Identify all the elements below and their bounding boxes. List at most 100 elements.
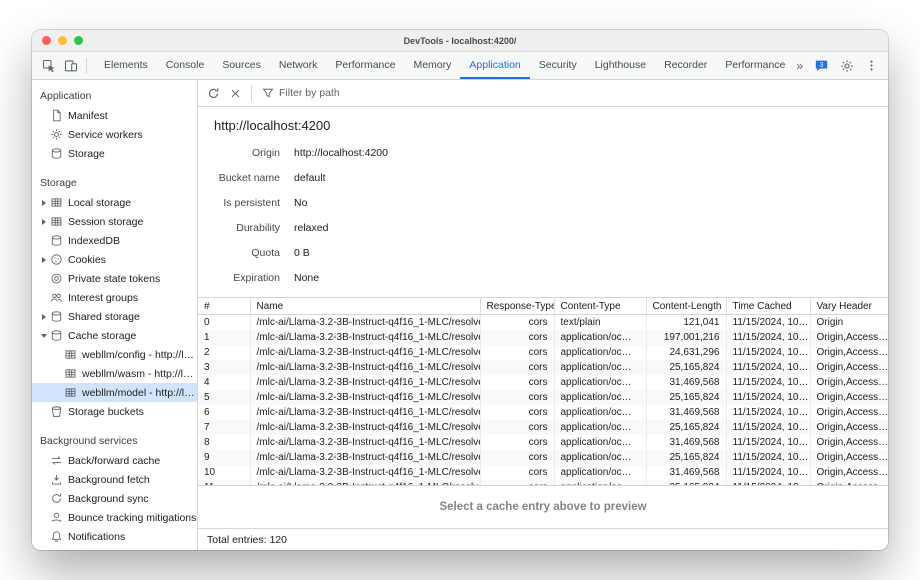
sidebar-item-cookies[interactable]: Cookies bbox=[32, 250, 197, 269]
table-row[interactable]: 5/mlc-ai/Llama-3.2-3B-Instruct-q4f16_1-M… bbox=[198, 390, 888, 405]
table-row[interactable]: 4/mlc-ai/Llama-3.2-3B-Instruct-q4f16_1-M… bbox=[198, 375, 888, 390]
sidebar-item-session-storage[interactable]: Session storage bbox=[32, 212, 197, 231]
tab-application[interactable]: Application bbox=[460, 52, 529, 79]
sidebar-item-background-fetch[interactable]: Background fetch bbox=[32, 470, 197, 489]
close-window-button[interactable] bbox=[42, 36, 51, 45]
sidebar-item-label: Payment handler bbox=[68, 550, 147, 551]
sidebar-item-service-workers[interactable]: Service workers bbox=[32, 125, 197, 144]
tab-sources[interactable]: Sources bbox=[213, 52, 270, 79]
backforward-icon bbox=[49, 454, 63, 467]
cell-vary: Origin,Access… bbox=[810, 465, 888, 480]
more-options-button[interactable] bbox=[865, 59, 878, 72]
column-header-response-type[interactable]: Response-Type bbox=[480, 298, 554, 315]
sidebar-item-webllm-model-http-loc[interactable]: webllm/model - http://loc… bbox=[32, 383, 197, 402]
sidebar-item-label: Cookies bbox=[68, 254, 106, 266]
sidebar-item-background-sync[interactable]: Background sync bbox=[32, 489, 197, 508]
sidebar-item-storage-buckets[interactable]: Storage buckets bbox=[32, 402, 197, 421]
preview-placeholder: Select a cache entry above to preview bbox=[439, 501, 646, 513]
cell-rtype: cors bbox=[480, 405, 554, 420]
more-tabs-button[interactable]: » bbox=[796, 60, 803, 72]
sidebar-item-cache-storage[interactable]: Cache storage bbox=[32, 326, 197, 345]
column-header-content-length[interactable]: Content-Length bbox=[646, 298, 726, 315]
table-row[interactable]: 0/mlc-ai/Llama-3.2-3B-Instruct-q4f16_1-M… bbox=[198, 315, 888, 330]
sidebar-item-webllm-config-http-loc[interactable]: webllm/config - http://loc… bbox=[32, 345, 197, 364]
expand-right-icon[interactable] bbox=[38, 200, 49, 206]
cell-vary: Origin bbox=[810, 315, 888, 330]
devtools-tabbar: ElementsConsoleSourcesNetworkPerformance… bbox=[32, 52, 888, 80]
kebab-icon bbox=[865, 59, 878, 72]
tab-performance-insights[interactable]: Performance insights bbox=[716, 52, 786, 79]
table-row[interactable]: 6/mlc-ai/Llama-3.2-3B-Instruct-q4f16_1-M… bbox=[198, 405, 888, 420]
sidebar-item-webllm-wasm-http-loca[interactable]: webllm/wasm - http://loca… bbox=[32, 364, 197, 383]
filter-input[interactable]: Filter by path bbox=[262, 87, 340, 99]
sidebar-item-storage[interactable]: Storage bbox=[32, 144, 197, 163]
tab-memory[interactable]: Memory bbox=[404, 52, 460, 79]
total-entries-label: Total entries: 120 bbox=[207, 534, 287, 546]
sidebar-item-indexeddb[interactable]: IndexedDB bbox=[32, 231, 197, 250]
cell-time: 11/15/2024, 10… bbox=[726, 315, 810, 330]
table-row[interactable]: 10/mlc-ai/Llama-3.2-3B-Instruct-q4f16_1-… bbox=[198, 465, 888, 480]
column-header-vary-header[interactable]: Vary Header bbox=[810, 298, 888, 315]
filter-icon bbox=[262, 87, 274, 99]
table-row[interactable]: 3/mlc-ai/Llama-3.2-3B-Instruct-q4f16_1-M… bbox=[198, 360, 888, 375]
sidebar-item-private-state-tokens[interactable]: Private state tokens bbox=[32, 269, 197, 288]
tab-lighthouse[interactable]: Lighthouse bbox=[586, 52, 655, 79]
expand-down-icon[interactable] bbox=[38, 334, 49, 338]
tab-label: Security bbox=[539, 59, 577, 71]
grid-icon bbox=[63, 386, 77, 399]
sidebar-section-title[interactable]: Storage bbox=[32, 172, 197, 193]
device-toolbar-button[interactable] bbox=[64, 59, 78, 73]
sidebar-section-title[interactable]: Background services bbox=[32, 430, 197, 451]
sidebar-item-back-forward-cache[interactable]: Back/forward cache bbox=[32, 451, 197, 470]
sidebar-item-payment-handler[interactable]: Payment handler bbox=[32, 546, 197, 550]
sidebar-item-label: Storage bbox=[68, 148, 105, 160]
tab-network[interactable]: Network bbox=[270, 52, 327, 79]
cell-rtype: cors bbox=[480, 450, 554, 465]
sidebar-item-local-storage[interactable]: Local storage bbox=[32, 193, 197, 212]
tab-performance[interactable]: Performance bbox=[326, 52, 404, 79]
sidebar-item-shared-storage[interactable]: Shared storage bbox=[32, 307, 197, 326]
sidebar-section-title[interactable]: Application bbox=[32, 85, 197, 106]
cell-time: 11/15/2024, 10… bbox=[726, 450, 810, 465]
cache-meta-row: Bucket namedefault bbox=[214, 165, 888, 190]
sidebar-item-interest-groups[interactable]: Interest groups bbox=[32, 288, 197, 307]
column-header-name[interactable]: Name bbox=[250, 298, 480, 315]
table-icon bbox=[49, 215, 63, 228]
sidebar-item-label: webllm/model - http://loc… bbox=[82, 387, 197, 399]
db-icon bbox=[49, 147, 63, 160]
column-header-time-cached[interactable]: Time Cached bbox=[726, 298, 810, 315]
settings-button[interactable] bbox=[840, 59, 854, 73]
table-row[interactable]: 8/mlc-ai/Llama-3.2-3B-Instruct-q4f16_1-M… bbox=[198, 435, 888, 450]
tab-label: Console bbox=[166, 59, 205, 71]
expand-right-icon[interactable] bbox=[38, 314, 49, 320]
issues-button[interactable]: 3 bbox=[814, 59, 829, 73]
table-row[interactable]: 9/mlc-ai/Llama-3.2-3B-Instruct-q4f16_1-M… bbox=[198, 450, 888, 465]
tab-label: Recorder bbox=[664, 59, 707, 71]
inspect-element-button[interactable] bbox=[42, 59, 56, 73]
origin-title: http://localhost:4200 bbox=[198, 107, 888, 135]
table-row[interactable]: 1/mlc-ai/Llama-3.2-3B-Instruct-q4f16_1-M… bbox=[198, 330, 888, 345]
refresh-button[interactable] bbox=[207, 87, 220, 100]
tab-recorder[interactable]: Recorder bbox=[655, 52, 716, 79]
tab-security[interactable]: Security bbox=[530, 52, 586, 79]
window-title: DevTools - localhost:4200/ bbox=[404, 36, 517, 46]
tab-elements[interactable]: Elements bbox=[95, 52, 157, 79]
meta-label: Quota bbox=[214, 247, 280, 259]
db-icon bbox=[49, 329, 63, 342]
expand-right-icon[interactable] bbox=[38, 257, 49, 263]
cell-clen: 25,165,824 bbox=[646, 360, 726, 375]
cell-clen: 31,469,568 bbox=[646, 435, 726, 450]
sidebar-item-bounce-tracking-mitigations[interactable]: Bounce tracking mitigations bbox=[32, 508, 197, 527]
column-header-content-type[interactable]: Content-Type bbox=[554, 298, 646, 315]
minimize-window-button[interactable] bbox=[58, 36, 67, 45]
table-row[interactable]: 7/mlc-ai/Llama-3.2-3B-Instruct-q4f16_1-M… bbox=[198, 420, 888, 435]
cell-time: 11/15/2024, 10… bbox=[726, 465, 810, 480]
sidebar-item-manifest[interactable]: Manifest bbox=[32, 106, 197, 125]
delete-entry-button[interactable] bbox=[230, 88, 241, 99]
column-header-[interactable]: # bbox=[198, 298, 250, 315]
tab-console[interactable]: Console bbox=[157, 52, 214, 79]
zoom-window-button[interactable] bbox=[74, 36, 83, 45]
expand-right-icon[interactable] bbox=[38, 219, 49, 225]
sidebar-item-notifications[interactable]: Notifications bbox=[32, 527, 197, 546]
table-row[interactable]: 2/mlc-ai/Llama-3.2-3B-Instruct-q4f16_1-M… bbox=[198, 345, 888, 360]
